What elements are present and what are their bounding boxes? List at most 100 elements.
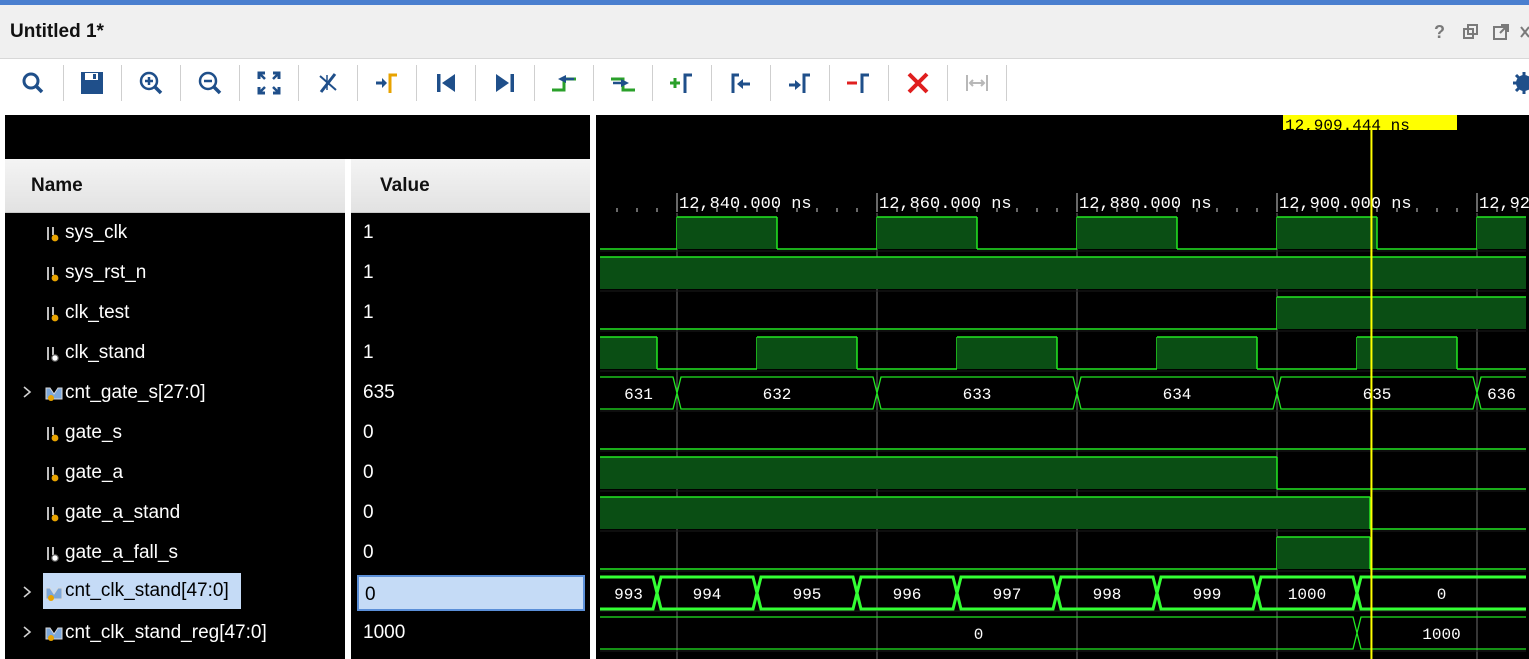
toolbar <box>0 59 1529 110</box>
bus-icon <box>45 585 63 603</box>
next-transition-icon[interactable] <box>605 65 641 101</box>
bus-value-label: 996 <box>893 586 922 604</box>
bus-value-label: 635 <box>1363 386 1392 404</box>
wave-high-fill <box>600 257 1526 289</box>
bus-value-label: 0 <box>1437 586 1447 604</box>
port-icon <box>45 305 63 323</box>
bus-value-label: 1000 <box>1288 586 1326 604</box>
signal-row[interactable]: gate_a_fall_s <box>5 533 345 573</box>
zoom-out-icon[interactable] <box>192 65 228 101</box>
bus-value-label: 634 <box>1163 386 1192 404</box>
previous-transition-icon[interactable] <box>546 65 582 101</box>
go-to-start-icon[interactable] <box>428 65 464 101</box>
signal-row[interactable]: gate_s <box>5 413 345 453</box>
wave-high-fill <box>877 217 977 249</box>
port-icon <box>45 225 63 243</box>
signal-row[interactable]: sys_rst_n <box>5 253 345 293</box>
bus-value-label: 995 <box>793 586 822 604</box>
wave-high-fill <box>1477 217 1526 249</box>
signal-value[interactable]: 1 <box>357 295 585 331</box>
bus-value-label: 997 <box>993 586 1022 604</box>
signal-value[interactable]: 1000 <box>357 615 585 651</box>
signal-value[interactable]: 1 <box>357 335 585 371</box>
wave-high-fill <box>677 217 777 249</box>
ruler-label: 12,860.000 ns <box>879 195 1012 214</box>
window-title: Untitled 1* <box>10 21 104 42</box>
go-to-time-icon[interactable] <box>369 65 405 101</box>
internal-signal-icon <box>45 345 63 363</box>
wave-high-fill <box>600 497 1370 529</box>
close-icon[interactable] <box>1518 22 1529 42</box>
signal-name: cnt_clk_stand_reg[47:0] <box>65 622 267 643</box>
gear-icon[interactable] <box>1510 65 1529 101</box>
chevron-right-icon[interactable] <box>20 625 34 639</box>
wave-high-fill <box>757 337 857 369</box>
signal-value[interactable]: 0 <box>357 415 585 451</box>
port-icon <box>45 425 63 443</box>
signal-row[interactable]: cnt_clk_stand[47:0] <box>5 573 345 613</box>
signal-value[interactable]: 635 <box>357 375 585 411</box>
signal-name: cnt_gate_s[27:0] <box>65 382 206 403</box>
signal-row[interactable]: gate_a_stand <box>5 493 345 533</box>
save-icon[interactable] <box>74 65 110 101</box>
signal-name: sys_clk <box>65 222 128 243</box>
internal-signal-icon <box>45 545 63 563</box>
signal-row[interactable]: clk_stand <box>5 333 345 373</box>
signal-row[interactable]: clk_test <box>5 293 345 333</box>
port-icon <box>45 505 63 523</box>
signal-row[interactable]: cnt_clk_stand_reg[47:0] <box>5 613 345 653</box>
signal-name: sys_rst_n <box>65 262 147 283</box>
snap-to-transition-icon[interactable] <box>959 65 995 101</box>
wave-high-fill <box>957 337 1057 369</box>
name-column-header[interactable]: Name <box>5 159 345 213</box>
wave-high-fill <box>1077 217 1177 249</box>
svg-text:?: ? <box>1434 22 1445 42</box>
waveform-view[interactable]: 12,840.000 ns 12,860.000 ns 12,880.000 ns 1… <box>596 115 1529 659</box>
title-bar: Untitled 1* ? <box>0 5 1529 59</box>
bus-value-label: 632 <box>763 386 792 404</box>
zoom-fit-icon[interactable] <box>251 65 287 101</box>
signal-value[interactable]: 0 <box>357 495 585 531</box>
port-icon <box>45 265 63 283</box>
cursor-to-zero-icon[interactable] <box>310 65 346 101</box>
chevron-right-icon[interactable] <box>20 385 34 399</box>
signal-value[interactable]: 0 <box>357 535 585 571</box>
signal-row[interactable]: gate_a <box>5 453 345 493</box>
search-icon[interactable] <box>15 65 51 101</box>
signal-name: gate_a <box>65 462 124 483</box>
delete-icon[interactable] <box>900 65 936 101</box>
zoom-in-icon[interactable] <box>133 65 169 101</box>
previous-marker-icon[interactable] <box>723 65 759 101</box>
help-icon[interactable]: ? <box>1430 22 1450 42</box>
add-marker-icon[interactable] <box>664 65 700 101</box>
wave-high-fill <box>600 457 1277 489</box>
signal-row[interactable]: cnt_gate_s[27:0] <box>5 373 345 413</box>
wave-high-fill <box>1157 337 1257 369</box>
signal-value[interactable]: 0 <box>357 575 585 611</box>
restore-icon[interactable] <box>1461 22 1481 42</box>
chevron-right-icon[interactable] <box>20 585 34 599</box>
bus-value-label: 998 <box>1093 586 1122 604</box>
signal-name: gate_a_stand <box>65 502 181 523</box>
next-marker-icon[interactable] <box>782 65 818 101</box>
signal-name: clk_stand <box>65 342 146 363</box>
float-icon[interactable] <box>1491 22 1511 42</box>
wave-high-fill <box>600 337 657 369</box>
value-column-header[interactable]: Value <box>351 159 590 213</box>
signal-value[interactable]: 0 <box>357 455 585 491</box>
bus-value-label: 994 <box>693 586 722 604</box>
signal-value[interactable]: 1 <box>357 255 585 291</box>
bus-value-label: 0 <box>974 626 984 644</box>
signal-row[interactable]: sys_clk <box>5 213 345 253</box>
swap-cursors-icon[interactable] <box>841 65 877 101</box>
bus-value-label: 999 <box>1193 586 1222 604</box>
signal-value[interactable]: 1 <box>357 215 585 251</box>
ruler-label: 12,900.000 ns <box>1279 195 1412 214</box>
go-to-end-icon[interactable] <box>487 65 523 101</box>
bus-icon <box>45 625 63 643</box>
bus-value-label: 1000 <box>1422 626 1460 644</box>
cursor-time-label: 12,909.444 ns <box>1285 117 1410 135</box>
signal-name: clk_test <box>65 302 130 323</box>
port-icon <box>45 465 63 483</box>
wave-high-fill <box>1277 297 1526 329</box>
